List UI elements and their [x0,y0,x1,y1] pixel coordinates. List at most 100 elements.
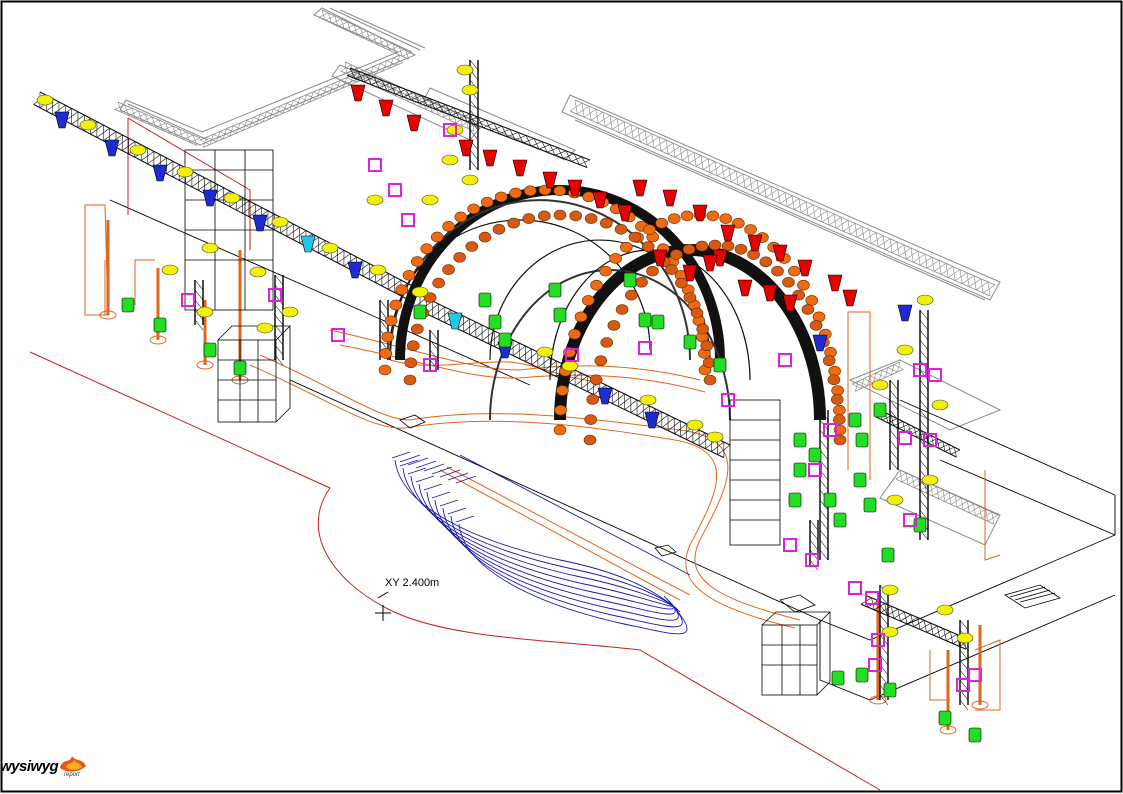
tower-brace [819,479,829,491]
tower-brace [819,539,829,551]
magenta-led-fixture [401,213,415,227]
tower-brace [959,699,969,711]
blue-spot-fixture [347,261,363,279]
arch-light-left-inner [492,223,506,235]
yellow-wash-fixture [461,84,479,96]
truss-lattice [141,116,153,122]
yellow-wash-fixture [896,344,914,356]
arch-light-right [788,265,801,277]
tower-brace [919,499,929,511]
lighting-fixtures[interactable] [36,64,982,743]
green-par-fixture [638,312,652,328]
truss-lattice [376,39,387,45]
truss-lattice [128,110,139,116]
arch-light-left-inner [442,264,455,275]
seating-row-end [431,491,451,499]
green-par-fixture [623,272,637,288]
arch-light-left [395,284,409,296]
truss-lattice [357,30,368,36]
yellow-wash-fixture [706,431,724,443]
arch-light-right [568,328,581,340]
truss-lattice [632,130,646,139]
green-par-fixture [808,447,822,463]
yellow-wash-fixture [639,394,657,406]
3d-viewport[interactable] [0,0,1123,794]
green-par-fixture [863,497,877,513]
truss-lattice [674,149,688,158]
magenta-led-fixture [368,158,382,172]
truss-lattice [688,155,702,164]
truss-lattice [904,426,915,432]
arch-light-right-inner [830,394,844,405]
green-par-fixture [713,357,727,373]
yellow-wash-fixture [561,360,579,372]
truss-lattice [887,608,898,616]
tower-brace [889,439,899,451]
truss-lattice [189,137,201,143]
truss-lattice [877,238,891,247]
arch-light-left-inner [614,223,628,235]
wysiwyg-flame-logo [60,756,86,772]
truss-lattice [884,241,898,250]
truss-lattice [162,125,173,131]
tower-brace [919,319,929,331]
green-par-fixture [881,547,895,563]
arch-light-right [797,279,810,291]
magenta-led-fixture [808,463,822,477]
arch-light-left-inner [703,374,717,386]
arch-light-right [655,217,668,229]
truss-lattice [382,42,393,48]
green-par-fixture [793,462,807,478]
magenta-led-fixture [388,183,402,197]
arch-light-right [680,210,694,222]
truss-lattice [863,232,877,241]
truss-lattice [531,141,543,147]
truss-lattice [114,104,125,110]
arch-light-right-inner [801,304,815,315]
truss-lattice [646,136,660,146]
truss-lattice [515,135,527,141]
arch-light-left-inner [432,277,445,289]
truss-lattice [814,210,828,220]
green-par-fixture [968,727,982,743]
truss-lattice [981,511,993,519]
truss-lattice [946,634,958,642]
yellow-wash-fixture [886,494,904,506]
truss-lattice [919,257,933,266]
truss-lattice [870,235,884,244]
red-spot-fixture [632,179,648,197]
truss-lattice [547,147,559,153]
arch-light-left [381,331,395,343]
arch-light-left [553,185,567,197]
audience-seating [391,451,691,635]
red-spot-fixture [747,234,763,252]
tower-brace [274,324,284,336]
arch-light-left-inner [553,209,567,221]
arch-light-right-inner [600,337,614,348]
tower-brace [469,149,479,161]
yellow-wash-fixture [871,379,889,391]
tower-brace [919,309,929,321]
truss-lattice [900,614,912,622]
truss-lattice [604,118,618,127]
truss-lattice [963,503,974,511]
magenta-led-fixture [638,341,652,355]
yellow-wash-fixture [369,264,387,276]
truss-lattice [950,449,961,455]
truss-lattice [618,124,632,133]
truss-lattice [821,213,835,223]
magenta-led-fixture [181,293,195,307]
tower-brace [429,339,439,351]
arch-light-right-inner [822,355,836,366]
truss-lattice [155,122,166,128]
truss-lattice [950,497,962,505]
arch-light-right [609,253,622,264]
arch-light-right-inner [594,355,608,366]
green-par-fixture [548,282,562,298]
tower-brace [919,459,929,471]
green-par-fixture [203,342,217,358]
red-spot-fixture [842,289,858,307]
arch-light-right [744,224,757,235]
red-spot-fixture [458,139,474,157]
arch-light-left [509,187,522,199]
